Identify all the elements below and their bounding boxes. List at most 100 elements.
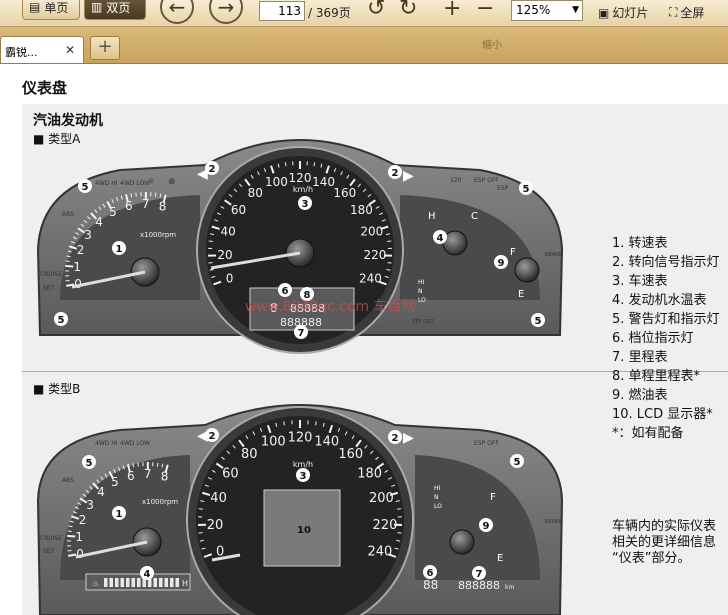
- temp-bar-segment: [126, 578, 130, 587]
- callout-number: 9: [498, 258, 505, 269]
- note-line: 相关的更详细信息: [612, 535, 717, 550]
- speedometer-b-tick-label: 200: [369, 491, 394, 506]
- label-esp-off-a: ESP OFF: [474, 177, 499, 184]
- label-4wd-low-a: 4WD LOW: [120, 180, 150, 187]
- legend-item: 2. 转向信号指示灯: [612, 255, 720, 270]
- callout-number: 9: [483, 521, 490, 532]
- label-brake-a: BRAKE: [545, 252, 562, 258]
- label-120: 120: [450, 177, 462, 184]
- temp-bar-segment: [137, 578, 141, 587]
- note-line: “仪表”部分。: [612, 551, 691, 566]
- speedometer-a-tick-label: 20: [217, 248, 232, 262]
- legend-item: 3. 车速表: [612, 274, 668, 289]
- tachometer-a-tick: [65, 264, 74, 268]
- speedometer-a-tick-label: 40: [221, 224, 236, 238]
- tacho-unit-b: x1000rpm: [142, 498, 178, 506]
- speed-unit-a: km/h: [293, 185, 313, 194]
- tachometer-b-tick-label: 6: [127, 469, 135, 483]
- legend-item: 7. 里程表: [612, 350, 668, 365]
- turn-right-icon: ▶: [403, 168, 414, 184]
- callout-number: 5: [82, 182, 89, 193]
- label-4wd-hi-a: 4WD HI: [95, 180, 118, 187]
- temp-bar-segment: [170, 578, 174, 587]
- temp-bar-segment: [115, 578, 119, 587]
- callout-number: 1: [116, 509, 123, 520]
- callout-number: 5: [58, 315, 65, 326]
- speedometer-a-tick-label: 160: [333, 186, 356, 200]
- tachometer-b-tick-label: 3: [86, 498, 94, 512]
- speedometer-a-tick: [387, 240, 392, 243]
- tachometer-b-tick-label: 4: [97, 485, 105, 499]
- gear-indicator-b: 88: [423, 578, 438, 592]
- tachometer-a-tick-label: 8: [159, 199, 167, 213]
- watermark: www.8848qc.com 车百网: [245, 299, 416, 315]
- odometer-unit-b: km: [505, 584, 514, 591]
- speedometer-b-tick-label: 100: [261, 435, 286, 450]
- speedometer-b-tick: [198, 508, 203, 510]
- temp-bar-segment: [153, 578, 157, 587]
- tachometer-a-tick-label: 4: [95, 215, 103, 229]
- speedometer-a-tick-label: 80: [248, 186, 263, 200]
- speedometer-b-tick: [315, 421, 317, 426]
- label-4wd-low-b: 4WD LOW: [120, 440, 150, 447]
- callout-number: 7: [298, 328, 305, 339]
- tachometer-b-tick: [132, 463, 135, 468]
- speedometer-a-tick: [313, 162, 316, 167]
- label-lo-b: LO: [434, 503, 442, 510]
- temp-bar-segment: [109, 578, 113, 587]
- speedometer-b-tick-label: 120: [288, 430, 313, 445]
- legend-item: 10. LCD 显示器*: [612, 407, 713, 422]
- speedometer-b-tick-label: 220: [373, 518, 398, 533]
- tachometer-a-tick-label: 3: [84, 228, 92, 242]
- speedometer-b-tick-label: 20: [207, 518, 224, 533]
- temp-bar-icon: ♨: [92, 579, 99, 588]
- tachometer-a-tick-label: 2: [77, 243, 85, 257]
- tachometer-b-tick-label: 2: [79, 513, 87, 527]
- speedometer-a-tick-label: 140: [312, 175, 335, 189]
- fuel-f-a: F: [510, 247, 516, 258]
- legend-item: 9. 燃油表: [612, 388, 668, 403]
- speedometer-b-tick: [397, 508, 402, 510]
- label-cruise-a: CRUISE: [40, 271, 62, 278]
- callout-number: 2: [392, 168, 399, 179]
- callout-number: 3: [300, 471, 307, 482]
- label-cruise-b: CRUISE: [40, 535, 62, 542]
- callout-number: 2: [392, 433, 399, 444]
- temp-c-a: C: [471, 211, 478, 222]
- tachometer-b-tick: [67, 534, 76, 538]
- label-n-a: N: [418, 288, 423, 295]
- label-abs-a: ABS: [62, 211, 74, 218]
- note-line: 车辆内的实际仪表: [612, 519, 717, 534]
- label-n-b: N: [434, 494, 439, 501]
- callout-number: 10: [297, 525, 311, 536]
- fuel-e-b: E: [497, 553, 503, 564]
- speedometer-a-tick: [208, 240, 213, 243]
- speedometer-a-tick-label: 120: [289, 171, 312, 185]
- label-abs-b: ABS: [62, 477, 74, 484]
- legend-item: 6. 档位指示灯: [612, 331, 694, 346]
- speedometer-b-tick-label: 40: [210, 491, 227, 506]
- callout-number: 4: [144, 569, 151, 580]
- tachometer-b-tick-label: 1: [75, 530, 83, 544]
- tachometer-a-tick-label: 1: [73, 260, 81, 274]
- tachometer-a-tick: [65, 260, 70, 262]
- label-hi-a: HI: [418, 279, 425, 286]
- temp-bar-segment: [164, 578, 168, 587]
- tacho-unit-a: x1000rpm: [140, 231, 176, 239]
- temp-bar-h: H: [182, 579, 188, 588]
- speedometer-b-tick-label: 180: [357, 467, 382, 482]
- tachometer-a-tick: [130, 193, 133, 198]
- temp-bar-segment: [131, 578, 135, 587]
- tachometer-b-tick: [156, 462, 159, 467]
- callout-number: 2: [209, 431, 216, 442]
- callout-number: 5: [535, 316, 542, 327]
- speedometer-b-tick-label: 140: [314, 435, 339, 450]
- odometer-b: 888888: [458, 579, 500, 592]
- speedometer-b-tick-label: 240: [367, 544, 392, 559]
- callout-number: 5: [86, 458, 93, 469]
- legend-item: 5. 警告灯和指示灯: [612, 312, 720, 327]
- legend-item: 4. 发动机水温表: [612, 293, 707, 308]
- fuel-gauge-a-hub: [514, 257, 540, 283]
- speed-unit-b: km/h: [293, 460, 313, 469]
- label-4wd-hi-b: 4WD HI: [95, 440, 118, 447]
